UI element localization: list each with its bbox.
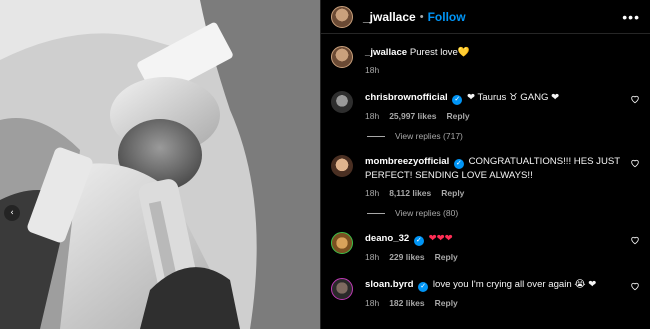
like-comment-heart-icon[interactable] [630,94,640,104]
post-header: _jwallace • Follow ••• [321,0,650,34]
verified-badge-icon: ✓ [453,159,464,169]
commenter-avatar[interactable] [331,278,353,300]
verified-badge-icon: ✓ [452,95,463,105]
post-photo[interactable]: ‹ [0,0,320,329]
header-separator: • [419,10,424,23]
comment-time: 18h [365,111,380,121]
caption-author[interactable]: _jwallace [365,47,407,58]
more-options-icon[interactable]: ••• [622,9,640,25]
like-comment-heart-icon[interactable] [630,281,640,291]
view-replies-label: View replies (80) [395,208,459,218]
commenter-avatar[interactable] [331,91,353,113]
caption-text: Purest love💛 [409,47,470,58]
commenter-avatar[interactable] [331,155,353,177]
comment-time: 18h [365,188,380,198]
commenter-username[interactable]: deano_32 [365,233,409,244]
comment-likes[interactable]: 25,997 likes [389,110,436,123]
caption-avatar[interactable] [331,46,353,68]
commenter-avatar[interactable] [331,232,353,254]
verified-badge-icon: ✓ [418,282,429,292]
comment-text: ❤❤❤ [428,233,453,244]
replies-line [367,135,385,137]
author-handle[interactable]: _jwallace [363,10,416,24]
replies-line [367,212,385,214]
comments-list: _jwallace Purest love💛 18h chrisbrownoff… [321,34,650,310]
commenter-username[interactable]: sloan.byrd [365,279,414,290]
comment-text: love you I'm crying all over again 😭 ❤ [432,279,597,290]
comment-row: mombreezyofficial ✓ CONGRATUALTIONS!!! H… [331,155,640,200]
caption-row: _jwallace Purest love💛 18h [331,46,640,77]
comment-likes[interactable]: 8,112 likes [389,187,431,200]
author-avatar[interactable] [331,5,353,28]
verified-badge-icon: ✓ [413,236,424,246]
caption-time: 18h [365,65,380,75]
like-comment-heart-icon[interactable] [630,158,640,168]
post-sidebar: _jwallace • Follow ••• _jwallace Purest … [320,0,650,329]
comment-time: 18h [365,298,380,308]
follow-button[interactable]: Follow [428,10,466,24]
view-replies-button[interactable]: View replies (80) [367,208,640,218]
comment-likes[interactable]: 229 likes [389,251,424,264]
like-comment-heart-icon[interactable] [630,235,640,245]
comment-time: 18h [365,252,380,262]
view-replies-label: View replies (717) [395,131,463,141]
comment-row: sloan.byrd ✓ love you I'm crying all ove… [331,278,640,310]
reply-button[interactable]: Reply [446,110,469,123]
comment-row: deano_32 ✓ ❤❤❤ 18h 229 likes Reply [331,232,640,264]
comment-row: chrisbrownofficial ✓ ❤ Taurus ♉ GANG ❤ 1… [331,91,640,123]
comment-text: ❤ Taurus ♉ GANG ❤ [466,92,560,103]
commenter-username[interactable]: mombreezyofficial [365,156,449,167]
view-replies-button[interactable]: View replies (717) [367,131,640,141]
carousel-prev-button[interactable]: ‹ [4,205,20,221]
newborn-feeding-photo [0,0,320,329]
reply-button[interactable]: Reply [435,297,458,310]
reply-button[interactable]: Reply [435,251,458,264]
comment-likes[interactable]: 182 likes [389,297,424,310]
commenter-username[interactable]: chrisbrownofficial [365,92,448,103]
reply-button[interactable]: Reply [441,187,464,200]
